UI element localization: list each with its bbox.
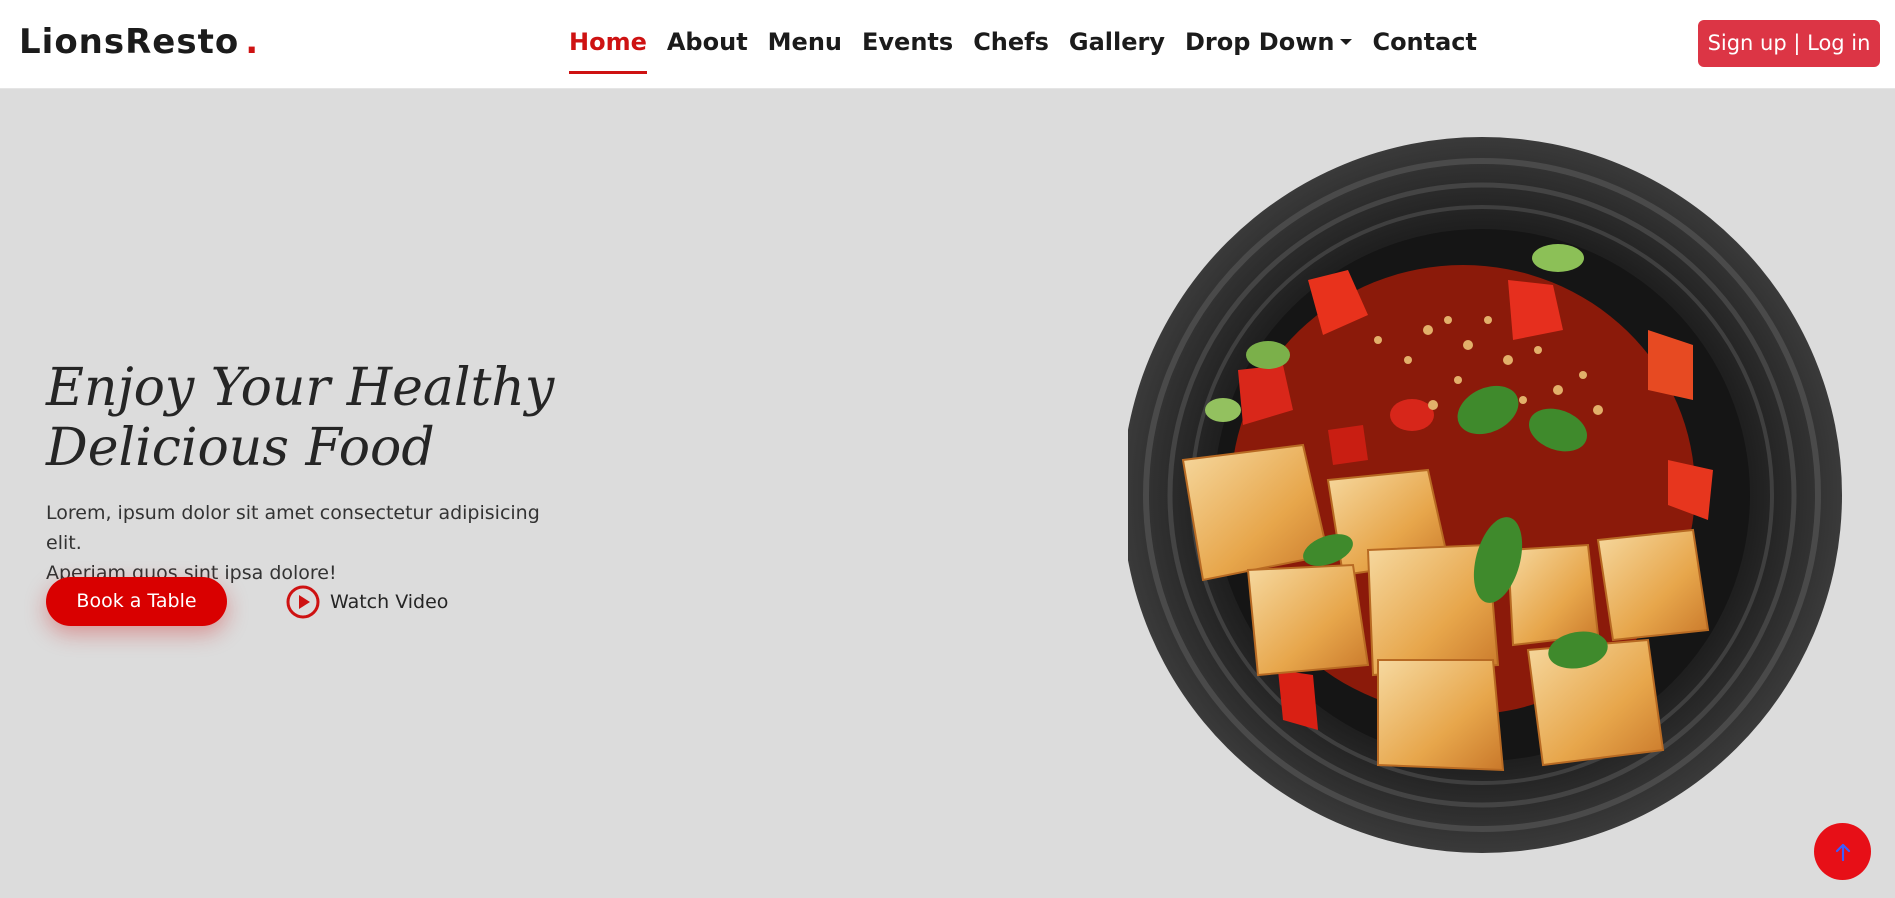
watch-video-link[interactable]: Watch Video [286, 583, 448, 620]
nav-label-contact: Contact [1372, 28, 1478, 56]
hero-title-line1: Enjoy Your Healthy [46, 358, 555, 418]
site-header: LionsResto. Home About Menu Events Chefs… [0, 0, 1895, 89]
food-plate-illustration [1122, 137, 1842, 853]
nav-item-contact[interactable]: Contact [1362, 22, 1487, 62]
nav-label-events: Events [862, 28, 954, 56]
back-to-top-button[interactable] [1814, 823, 1871, 880]
hero-desc-line1: Lorem, ipsum dolor sit amet consectetur … [46, 502, 540, 554]
nav-label-chefs: Chefs [973, 28, 1049, 56]
arrow-up-icon [1835, 843, 1850, 861]
hero-title-line2: Delicious Food [46, 418, 435, 478]
watch-video-label: Watch Video [330, 590, 449, 613]
nav-item-dropdown[interactable]: Drop Down [1175, 22, 1362, 62]
play-circle-icon [286, 585, 320, 618]
nav-label-gallery: Gallery [1068, 28, 1165, 56]
nav-item-home[interactable]: Home [569, 22, 657, 74]
site-logo[interactable]: LionsResto. [19, 20, 259, 64]
chevron-down-icon [1340, 39, 1353, 45]
nav-item-gallery[interactable]: Gallery [1059, 22, 1175, 62]
hero-title: Enjoy Your Healthy Delicious Food [46, 358, 606, 478]
nav-label-about: About [666, 28, 748, 56]
nav-label-home: Home [569, 28, 647, 56]
logo-text: LionsResto [19, 22, 240, 62]
signup-login-button[interactable]: Sign up | Log in [1698, 20, 1880, 67]
nav-item-chefs[interactable]: Chefs [963, 22, 1059, 62]
nav-label-menu: Menu [767, 28, 843, 56]
hero-description: Lorem, ipsum dolor sit amet consectetur … [46, 498, 566, 588]
logo-dot: . [245, 22, 260, 62]
nav-label-dropdown: Drop Down [1185, 28, 1335, 56]
main-nav: Home About Menu Events Chefs Gallery Dro… [569, 22, 1487, 74]
hero-food-image [1122, 130, 1863, 857]
book-table-button[interactable]: Book a Table [46, 577, 227, 626]
nav-item-events[interactable]: Events [852, 22, 963, 62]
nav-item-menu[interactable]: Menu [758, 22, 852, 62]
nav-item-about[interactable]: About [657, 22, 758, 62]
